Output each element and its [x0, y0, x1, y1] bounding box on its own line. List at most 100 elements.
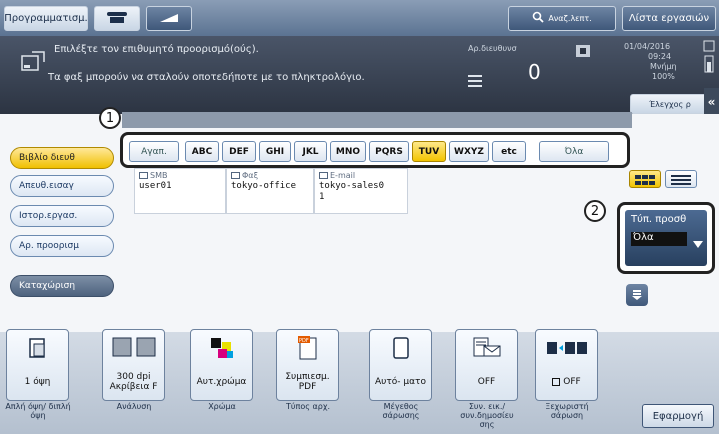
callout-1: 1 — [99, 107, 121, 129]
dest-type-frame: Τύπ. προσθ Όλα — [617, 202, 715, 274]
message-bar: Επιλέξτε τον επιθυμητό προορισμό(ούς). Τ… — [0, 36, 719, 116]
grid-view-button[interactable] — [629, 170, 661, 188]
entry-type: Φαξ — [242, 171, 259, 180]
dest-count-value: 0 — [528, 60, 541, 84]
separate-scan-key[interactable]: OFF — [535, 329, 598, 401]
file-type-line-2: PDF — [298, 382, 317, 392]
entry-name: tokyo-office — [231, 181, 297, 191]
color-key[interactable]: Αυτ.χρώμα — [190, 329, 253, 401]
email-attach-icon — [472, 336, 502, 364]
list-view-button[interactable] — [665, 170, 697, 188]
entry-name: tokyo-sales0 — [319, 181, 385, 191]
resolution-label: Ανάλυση — [116, 402, 152, 411]
list-icon — [671, 170, 691, 189]
message-line-2: Τα φαξ μπορούν να σταλούν οποτεδήποτε με… — [48, 72, 365, 83]
scan-size-value: Αυτό- ματο — [375, 377, 426, 387]
tab-ghi[interactable]: GHI — [259, 141, 291, 162]
separate-scan-icon — [545, 337, 589, 363]
tab-etc[interactable]: etc — [492, 141, 526, 162]
resolution-key[interactable]: 300 dpi Ακρίβεια F — [102, 329, 165, 401]
chevron-down-icon — [693, 234, 703, 253]
double-chevron-left-icon: « — [707, 95, 716, 109]
time-display: 09:24 — [648, 52, 672, 61]
index-tabs-frame: Αγαπ. ABC DEF GHI JKL MNO PQRS TUV WXYZ … — [120, 132, 630, 168]
entry-name-cont: 1 — [319, 192, 325, 202]
sidebar-item-direct-input[interactable]: Απευθ.εισαγ — [10, 175, 114, 197]
scroll-down-icon — [631, 286, 643, 305]
tab-jkl[interactable]: JKL — [294, 141, 327, 162]
fax-status-icon — [576, 42, 590, 61]
entry-type: SMB — [150, 171, 168, 180]
tab-wxyz[interactable]: WXYZ — [449, 141, 489, 162]
resolution-quality: Ακρίβεια F — [109, 382, 158, 392]
date-display: 01/04/2016 — [624, 42, 671, 51]
duplex-value: 1 όψη — [24, 377, 51, 387]
search-detail-label: Αναζ.λεπτ. — [548, 14, 592, 23]
sidebar-item-registration[interactable]: Καταχώριση — [10, 275, 114, 297]
file-type-label: Τύπος αρχ. — [286, 402, 330, 411]
scan-mode-button[interactable] — [146, 6, 192, 31]
address-entry[interactable]: Φαξ tokyo-office — [226, 168, 314, 214]
pdf-file-icon: PDF — [297, 335, 319, 365]
collapse-panel-button[interactable]: « — [704, 88, 719, 116]
duplex-key[interactable]: 1 όψη — [6, 329, 69, 401]
fax-mode-button[interactable] — [94, 6, 140, 31]
dest-type-selector[interactable]: Τύπ. προσθ Όλα — [625, 210, 707, 266]
annotation-key[interactable]: OFF — [455, 329, 518, 401]
dest-type-value: Όλα — [631, 232, 687, 246]
destination-input-strip[interactable] — [122, 112, 632, 128]
address-entry[interactable]: SMB user01 — [134, 168, 226, 214]
scan-size-label: Μέγεθος σάρωσης — [382, 402, 420, 420]
separate-scan-label: Ξεχωριστή σάρωση — [545, 402, 589, 420]
tab-tuv[interactable]: TUV — [412, 141, 446, 162]
address-entry[interactable]: E-mail tokyo-sales0 1 — [314, 168, 408, 214]
tab-abc[interactable]: ABC — [185, 141, 219, 162]
search-detail-button[interactable]: Αναζ.λεπτ. — [508, 6, 616, 31]
scan-size-key[interactable]: Αυτό- ματο — [369, 329, 432, 401]
list-icon[interactable] — [468, 72, 482, 91]
tab-favorites[interactable]: Αγαπ. — [129, 141, 179, 162]
scroll-down-button[interactable] — [626, 284, 648, 306]
file-type-line-1: Συμπιεσμ. — [285, 372, 330, 382]
dest-type-label: Τύπ. προσθ — [631, 214, 687, 225]
storage-icon — [703, 40, 715, 78]
fax-entry-icon — [231, 172, 240, 179]
entry-type: E-mail — [330, 171, 356, 180]
annotation-label: Συν. εικ./ συν.δημοσίευ σης — [460, 402, 514, 429]
memory-label: Μνήμη — [650, 62, 677, 71]
callout-2: 2 — [584, 200, 606, 222]
resolution-value: 300 dpi Ακρίβεια F — [105, 366, 162, 398]
fax-scan-screen: Προγραμματισμ. Αναζ.λεπτ. Λίστα εργασιών… — [0, 0, 719, 434]
sidebar-item-job-history[interactable]: Ιστορ.εργασ. — [10, 205, 114, 227]
fax-icon — [105, 10, 129, 27]
check-details-button[interactable]: Έλεγχος ρ — [630, 94, 710, 114]
separate-scan-value: OFF — [563, 377, 581, 387]
duplex-label: Απλή όψη/ διπλή όψη — [5, 402, 71, 420]
checkbox-icon — [552, 378, 561, 386]
search-icon — [532, 11, 544, 26]
color-value: Αυτ.χρώμα — [196, 377, 247, 387]
apply-button[interactable]: Εφαρμογή — [642, 404, 714, 428]
sidebar-item-dest-number[interactable]: Αρ. προορισμ — [10, 235, 114, 257]
color-icon — [209, 336, 235, 364]
dest-count-label: Αρ.διευθυνσ — [468, 44, 517, 53]
tab-mno[interactable]: MNO — [330, 141, 366, 162]
program-button[interactable]: Προγραμματισμ. — [4, 6, 88, 31]
tab-pqrs[interactable]: PQRS — [369, 141, 409, 162]
file-type-value: Συμπιεσμ. PDF — [279, 366, 336, 398]
entry-name: user01 — [139, 181, 172, 191]
smb-icon — [139, 172, 148, 179]
keypad-entry-icon[interactable] — [20, 50, 46, 80]
annotation-value: OFF — [477, 377, 496, 387]
grid-icon — [635, 170, 655, 189]
job-list-button[interactable]: Λίστα εργασιών — [622, 6, 716, 31]
top-bar: Προγραμματισμ. Αναζ.λεπτ. Λίστα εργασιών — [0, 0, 719, 36]
sidebar-item-address-book[interactable]: Βιβλίο διευθ — [10, 147, 114, 169]
message-line-1: Επιλέξτε τον επιθυμητό προορισμό(ούς). — [54, 44, 259, 55]
file-type-key[interactable]: PDF Συμπιεσμ. PDF — [276, 329, 339, 401]
tab-all[interactable]: Όλα — [539, 141, 609, 162]
memory-value: 100% — [652, 72, 675, 81]
color-label: Χρώμα — [208, 402, 236, 411]
tab-def[interactable]: DEF — [222, 141, 256, 162]
svg-text:PDF: PDF — [299, 338, 309, 344]
